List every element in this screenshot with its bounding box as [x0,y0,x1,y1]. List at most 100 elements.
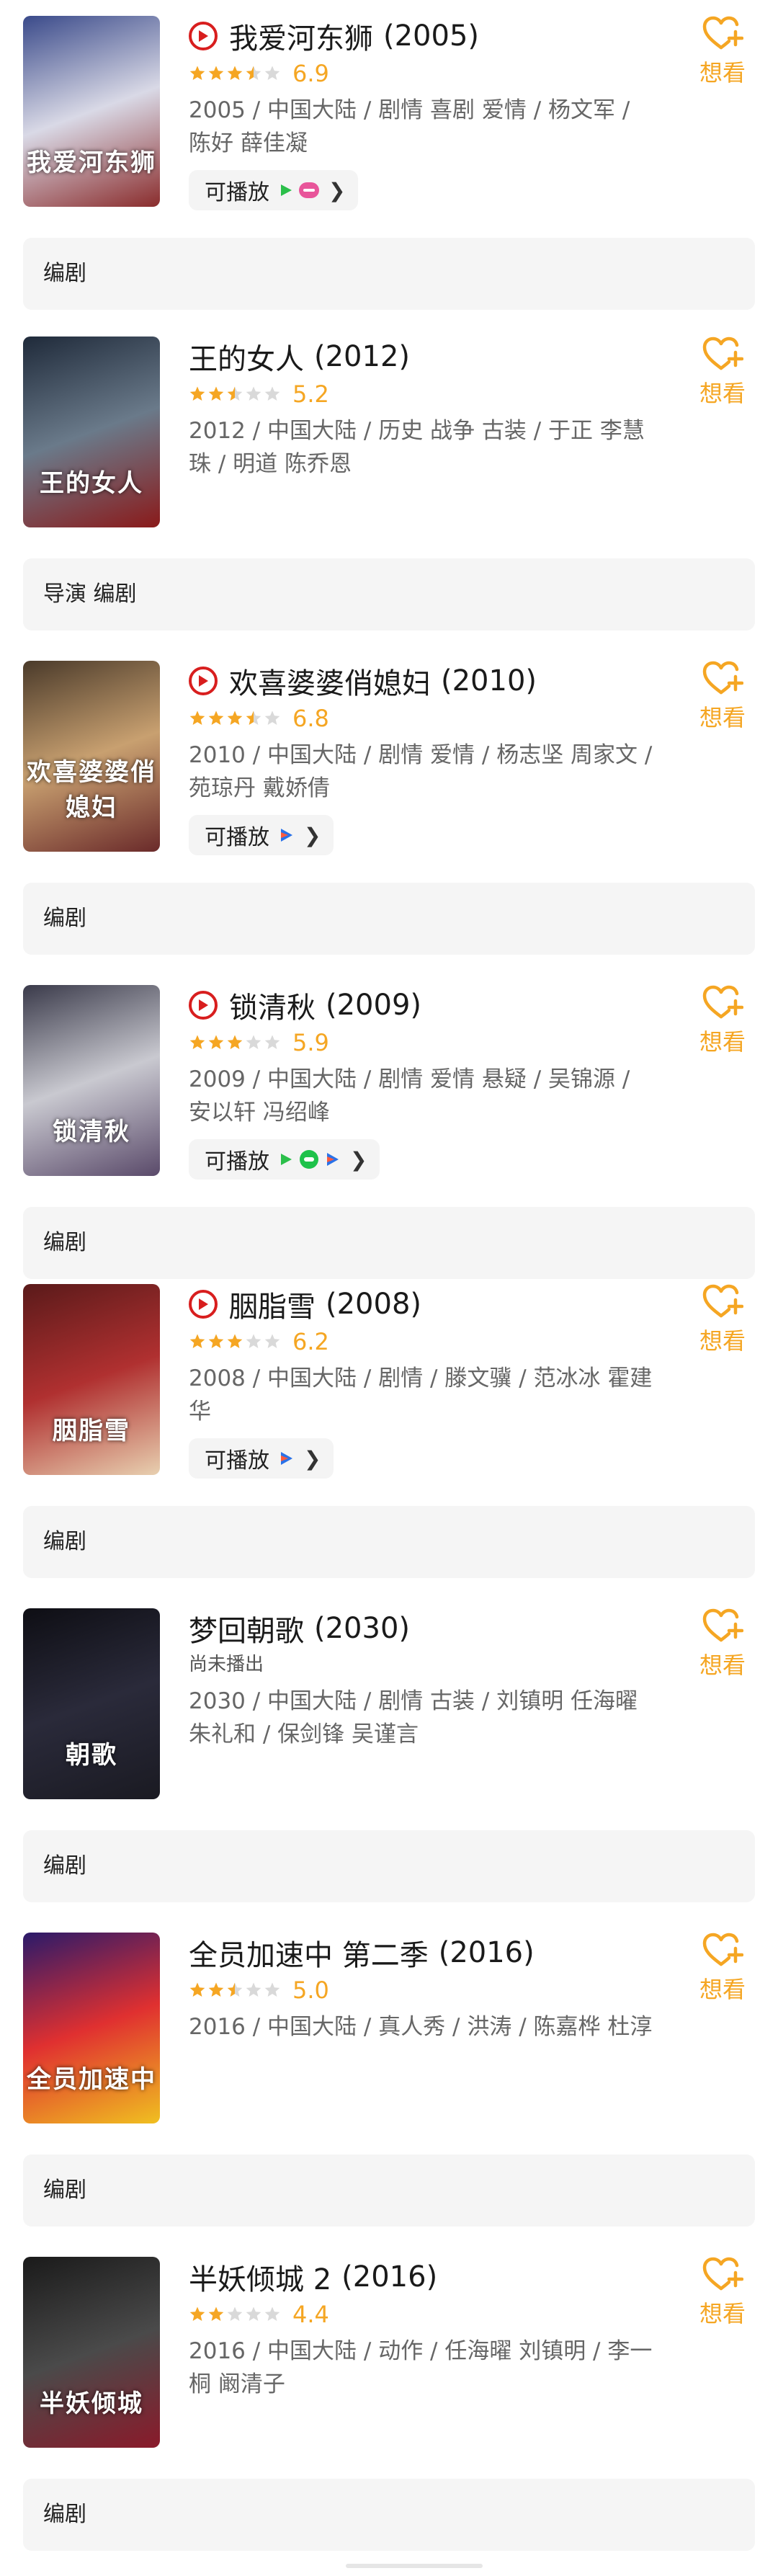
poster-title-art: 全员加速中 [27,2065,156,2094]
title-line: 锁清秋 (2009) [189,985,679,1025]
want-to-watch-label: 想看 [699,59,746,86]
star-rating [189,65,282,82]
play-icon [189,667,218,695]
want-to-watch-button[interactable]: 想看 [690,1933,755,2005]
rating-line: 5.0 [189,1974,679,2006]
movie-item: 锁清秋 锁清秋 (2009) 5.9 2009 / 中国大陆 / 剧情 爱情 悬… [23,969,755,1293]
iqiyi-source-icon [281,184,292,196]
title-line: 欢喜婆婆俏媳妇 (2010) [189,661,679,701]
movie-row[interactable]: 我爱河东狮 我爱河东狮 (2005) 6.9 2005 / 中国大陆 / 剧情 … [23,0,755,216]
movie-info: 全员加速中 第二季 (2016) 5.0 2016 / 中国大陆 / 真人秀 /… [189,1933,679,2044]
movie-meta: 2009 / 中国大陆 / 剧情 爱情 悬疑 / 吴锦源 / 安以轩 冯绍峰 [189,1066,630,1126]
heart-plus-icon [702,337,743,370]
poster-title-art: 朝歌 [66,1741,117,1770]
title-line: 胭脂雪 (2008) [189,1284,679,1324]
rating-score: 5.9 [292,1029,329,1056]
mgtv-source-icon [300,1150,318,1169]
playable-button[interactable]: 可播放 ❯ [189,170,359,210]
movie-item: 朝歌 梦回朝歌 (2030) 尚未播出 2030 / 中国大陆 / 剧情 古装 … [23,1592,755,1917]
chevron-right-icon: ❯ [350,1147,367,1172]
roles-bar[interactable]: 编剧 [23,1506,755,1578]
movie-meta: 2016 / 中国大陆 / 真人秀 / 洪涛 / 陈嘉桦 杜淳 [189,2014,653,2040]
movie-poster[interactable]: 王的女人 [23,337,160,527]
rating-line: 6.9 [189,58,679,89]
heart-plus-icon [702,16,743,50]
movie-poster[interactable]: 朝歌 [23,1608,160,1799]
movie-info: 欢喜婆婆俏媳妇 (2010) 6.8 2010 / 中国大陆 / 剧情 爱情 /… [189,661,679,855]
movie-item: 半妖倾城 半妖倾城 2 (2016) 4.4 2016 / 中国大陆 / 动作 … [23,2241,755,2565]
movie-poster[interactable]: 我爱河东狮 [23,16,160,207]
movie-meta: 2016 / 中国大陆 / 动作 / 任海曜 刘镇明 / 李一桐 阚清子 [189,2338,653,2397]
movie-meta: 2005 / 中国大陆 / 剧情 喜剧 爱情 / 杨文军 / 陈好 薛佳凝 [189,97,630,156]
star-rating [189,385,282,403]
poster-title-art: 我爱河东狮 [27,148,156,177]
roles-bar[interactable]: 导演 编剧 [23,558,755,630]
tencent-video-source-icon [281,829,292,842]
movie-row[interactable]: 王的女人 王的女人 (2012) 5.2 2012 / 中国大陆 / 历史 战争… [23,321,755,537]
movie-info: 半妖倾城 2 (2016) 4.4 2016 / 中国大陆 / 动作 / 任海曜… [189,2257,679,2401]
not-yet-aired-label: 尚未播出 [189,1654,264,1675]
movie-poster[interactable]: 欢喜婆婆俏媳妇 [23,661,160,852]
poster-title-art: 王的女人 [40,469,143,498]
movie-title[interactable]: 欢喜婆婆俏媳妇 [229,660,431,702]
movie-title[interactable]: 胭脂雪 [229,1283,316,1325]
want-to-watch-button[interactable]: 想看 [690,337,755,409]
movie-row[interactable]: 朝歌 梦回朝歌 (2030) 尚未播出 2030 / 中国大陆 / 剧情 古装 … [23,1592,755,1809]
chevron-right-icon: ❯ [304,1446,321,1471]
rating-score: 6.9 [292,60,329,87]
play-icon [189,22,218,50]
movie-meta: 2010 / 中国大陆 / 剧情 爱情 / 杨志坚 周家文 / 苑琼丹 戴娇倩 [189,742,653,801]
movie-title[interactable]: 王的女人 [189,336,304,378]
playable-button[interactable]: 可播放 ❯ [189,815,334,855]
movie-row[interactable]: 欢喜婆婆俏媳妇 欢喜婆婆俏媳妇 (2010) 6.8 2010 / 中国大陆 /… [23,645,755,861]
want-to-watch-button[interactable]: 想看 [690,985,755,1057]
playable-button[interactable]: 可播放 ❯ [189,1438,334,1479]
movie-title[interactable]: 锁清秋 [229,984,316,1026]
youku-source-icon [299,182,319,198]
movie-title[interactable]: 全员加速中 第二季 [189,1932,429,1974]
movie-info: 锁清秋 (2009) 5.9 2009 / 中国大陆 / 剧情 爱情 悬疑 / … [189,985,679,1180]
play-icon [189,991,218,1020]
movie-info: 我爱河东狮 (2005) 6.9 2005 / 中国大陆 / 剧情 喜剧 爱情 … [189,16,679,210]
movie-poster[interactable]: 全员加速中 [23,1933,160,2123]
movie-poster[interactable]: 半妖倾城 [23,2257,160,2448]
title-line: 王的女人 (2012) [189,337,679,377]
roles-bar[interactable]: 编剧 [23,238,755,310]
want-to-watch-button[interactable]: 想看 [690,16,755,88]
movie-row[interactable]: 全员加速中 全员加速中 第二季 (2016) 5.0 2016 / 中国大陆 /… [23,1917,755,2133]
iqiyi-source-icon [281,1154,292,1165]
tencent-video-source-icon [327,1153,339,1166]
play-icon [189,1290,218,1319]
movie-title[interactable]: 梦回朝歌 [189,1608,304,1649]
movie-poster[interactable]: 胭脂雪 [23,1284,160,1475]
movie-row[interactable]: 胭脂雪 胭脂雪 (2008) 6.2 2008 / 中国大陆 / 剧情 / 滕文… [23,1268,755,1484]
want-to-watch-button[interactable]: 想看 [690,2257,755,2329]
roles-bar[interactable]: 编剧 [23,883,755,955]
movie-meta: 2008 / 中国大陆 / 剧情 / 滕文骥 / 范冰冰 霍建华 [189,1365,653,1425]
chevron-right-icon: ❯ [304,823,321,847]
roles-bar[interactable]: 编剧 [23,2154,755,2227]
playable-label: 可播放 [205,1149,269,1175]
movie-title[interactable]: 半妖倾城 2 [189,2256,331,2298]
movie-poster[interactable]: 锁清秋 [23,985,160,1176]
star-rating [189,1982,282,1999]
want-to-watch-button[interactable]: 想看 [690,661,755,733]
roles-bar[interactable]: 编剧 [23,2479,755,2551]
movie-row[interactable]: 锁清秋 锁清秋 (2009) 5.9 2009 / 中国大陆 / 剧情 爱情 悬… [23,969,755,1185]
want-to-watch-label: 想看 [699,1028,746,1056]
roles-bar[interactable]: 编剧 [23,1830,755,1902]
want-to-watch-label: 想看 [699,1652,746,1679]
movie-meta: 2030 / 中国大陆 / 剧情 古装 / 刘镇明 任海曜 朱礼和 / 保剑锋 … [189,1688,638,1747]
filmography-list: 我爱河东狮 我爱河东狮 (2005) 6.9 2005 / 中国大陆 / 剧情 … [0,0,778,2565]
star-rating [189,2306,282,2323]
movie-row[interactable]: 半妖倾城 半妖倾城 2 (2016) 4.4 2016 / 中国大陆 / 动作 … [23,2241,755,2457]
movie-title[interactable]: 我爱河东狮 [229,15,373,57]
scroll-indicator [346,2564,483,2568]
rating-line: 6.2 [189,1326,679,1358]
poster-title-art: 锁清秋 [53,1118,130,1146]
movie-info: 胭脂雪 (2008) 6.2 2008 / 中国大陆 / 剧情 / 滕文骥 / … [189,1284,679,1479]
want-to-watch-button[interactable]: 想看 [690,1284,755,1356]
playable-button[interactable]: 可播放 ❯ [189,1139,380,1180]
want-to-watch-button[interactable]: 想看 [690,1608,755,1680]
movie-year: (2016) [341,2260,438,2294]
